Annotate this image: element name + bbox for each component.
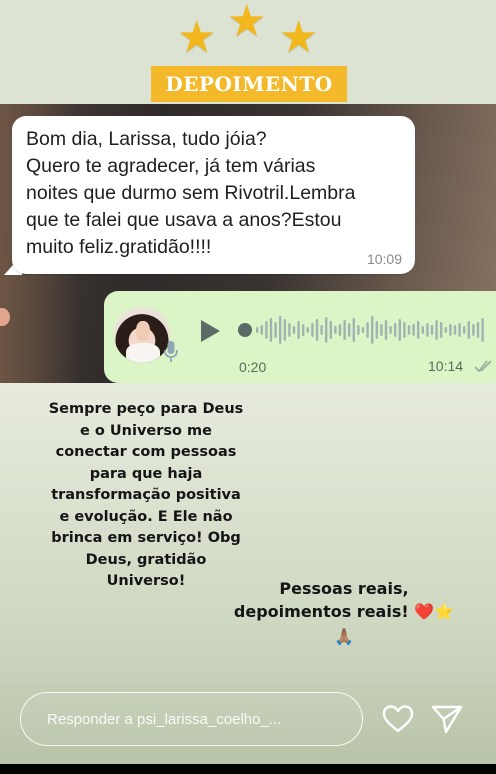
waveform-bar (343, 320, 346, 340)
caption-tagline: Pessoas reais, depoimentos reais! ❤️⭐ 🙏🏽 (224, 577, 464, 646)
waveform-bar (357, 325, 360, 335)
waveform-bar (421, 326, 424, 334)
waveform-bar (315, 319, 319, 341)
waveform-bar (334, 326, 337, 334)
waveform-bar (283, 319, 286, 341)
message-timestamp: 10:09 (366, 251, 402, 267)
praying-hands-emoji: 🙏🏽 (334, 627, 354, 646)
waveform-bar (440, 322, 443, 338)
waveform-bar (458, 323, 461, 337)
microphone-icon (164, 341, 178, 362)
waveform-bar (472, 324, 475, 336)
waveform-bar (417, 321, 420, 339)
waveform-bar (380, 324, 383, 336)
waveform-bar (430, 325, 434, 335)
waveform-bar (403, 322, 406, 338)
send-icon[interactable] (431, 704, 463, 734)
double-check-icon (474, 360, 492, 373)
play-icon[interactable] (199, 319, 221, 343)
waveform-bar (366, 322, 369, 338)
waveform-bar (338, 324, 342, 336)
caption-text: Sempre peço para Deus e o Universo me co… (48, 401, 244, 589)
waveform-bar (325, 317, 328, 343)
waveform-bar (435, 320, 438, 340)
waveform-bar (348, 323, 351, 337)
waveform-bar (279, 316, 282, 344)
waveform-bar (384, 320, 388, 340)
waveform-bar (463, 326, 466, 334)
waveform-bar (444, 327, 447, 333)
waveform-bar (407, 325, 411, 335)
waveform-bar (412, 324, 415, 336)
waveform-bar (375, 321, 378, 339)
message-text: Bom dia, Larissa, tudo jóia? Quero te ag… (26, 128, 356, 258)
waveform-bar (476, 322, 480, 338)
playback-knob[interactable] (238, 323, 252, 337)
waveform-bar (320, 325, 323, 335)
waveform-bar (292, 326, 296, 334)
waveform-bar (481, 318, 484, 342)
like-heart-icon[interactable] (382, 704, 414, 734)
voice-timestamp: 10:14 (428, 358, 464, 374)
waveform-bar (467, 321, 470, 339)
star-emoji: ⭐ (434, 602, 455, 621)
waveform-bar (297, 321, 300, 339)
title-badge: DEPOIMENTO (151, 66, 347, 102)
incoming-message-bubble: Bom dia, Larissa, tudo jóia? Quero te ag… (12, 116, 415, 274)
waveform-bar (269, 318, 273, 342)
waveform-bar (426, 323, 429, 337)
reply-input[interactable]: Responder a psi_larissa_coelho_... (20, 692, 363, 746)
waveform-bar (352, 318, 355, 342)
waveform-bar (389, 326, 392, 334)
tagline-text: Pessoas reais, depoimentos reais! ❤️⭐ (224, 577, 464, 623)
waveform-bar (306, 327, 309, 333)
waveform-bar (260, 325, 263, 335)
waveform-bar (274, 322, 277, 338)
waveform-bar (449, 324, 452, 336)
waveform-bar (302, 324, 305, 336)
heart-emoji: ❤️ (414, 602, 435, 621)
bottom-edge (0, 764, 496, 774)
waveform-bar (394, 323, 397, 337)
waveform-bar (398, 319, 401, 341)
waveform-bar (288, 323, 291, 337)
story-frame: ★ ★ ★ DEPOIMENTO Bom dia, Larissa, tudo … (0, 0, 496, 774)
waveform-bar (311, 323, 314, 337)
star-icon: ★ (177, 13, 217, 62)
waveform-bar (371, 316, 374, 344)
avatar (114, 307, 170, 363)
star-icon: ★ (227, 0, 267, 46)
voice-message-bubble: 0:20 10:14 (104, 291, 496, 383)
tagline-words: Pessoas reais, depoimentos reais! (233, 579, 409, 621)
waveform-bar (329, 321, 332, 339)
star-icon: ★ (279, 13, 319, 62)
waveform-bar (256, 327, 259, 333)
waveform-bar (265, 321, 268, 339)
voice-duration: 0:20 (239, 359, 267, 375)
waveform-bar (453, 325, 457, 335)
voice-waveform[interactable] (238, 313, 488, 347)
waveform-bar (361, 327, 365, 333)
